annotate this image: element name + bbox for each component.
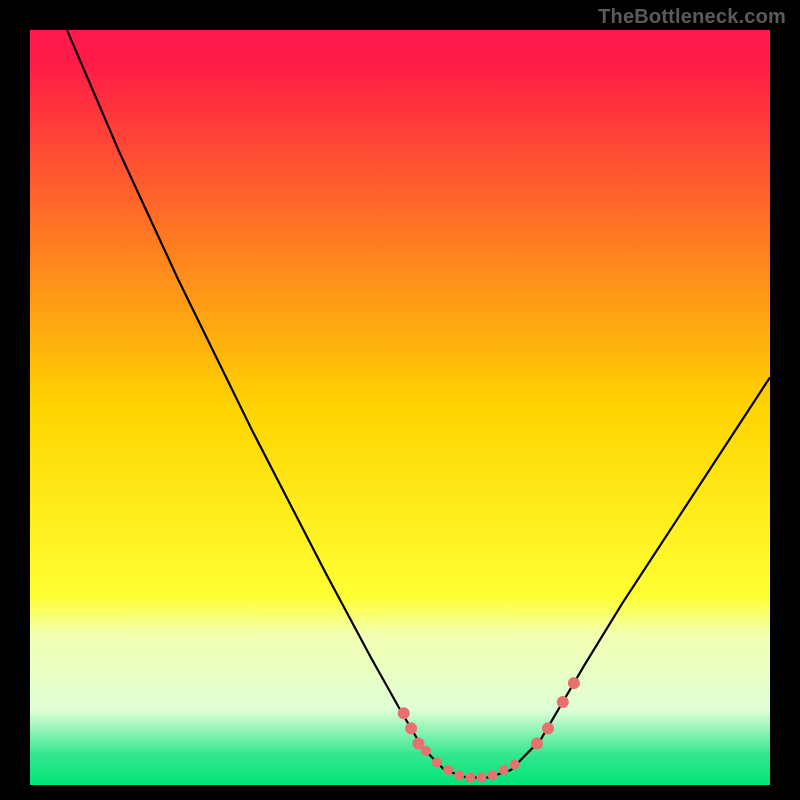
- bottleneck-chart: [0, 0, 800, 800]
- curve-marker: [398, 707, 410, 719]
- curve-marker: [465, 773, 475, 783]
- curve-marker: [476, 773, 486, 783]
- curve-marker: [421, 746, 431, 756]
- chart-container: TheBottleneck.com: [0, 0, 800, 800]
- watermark: TheBottleneck.com: [598, 6, 786, 29]
- curve-marker: [510, 760, 520, 770]
- curve-marker: [432, 757, 442, 767]
- curve-marker: [443, 765, 453, 775]
- curve-marker: [454, 770, 464, 780]
- curve-marker: [568, 677, 580, 689]
- curve-marker: [488, 770, 498, 780]
- curve-marker: [531, 738, 543, 750]
- plot-area: [30, 30, 770, 785]
- curve-marker: [542, 722, 554, 734]
- curve-marker: [499, 765, 509, 775]
- curve-marker: [405, 722, 417, 734]
- curve-marker: [557, 696, 569, 708]
